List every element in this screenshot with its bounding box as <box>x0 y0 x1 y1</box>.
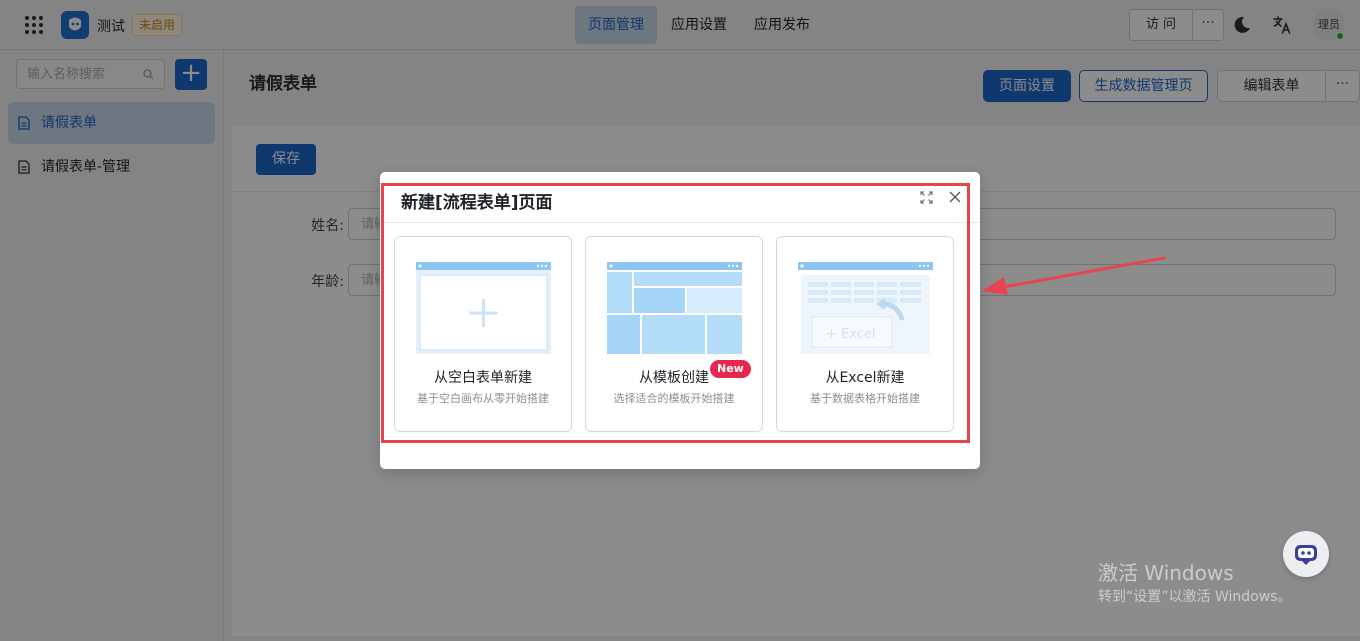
card-description: 基于空白画布从零开始搭建 <box>417 392 549 405</box>
excel-illustration: + Excel <box>798 262 933 354</box>
watermark-subtitle: 转到“设置”以激活 Windows。 <box>1098 589 1292 605</box>
template-illustration <box>607 262 742 354</box>
fullscreen-icon[interactable] <box>920 191 933 204</box>
modal-header: 新建[流程表单]页面 <box>380 172 980 223</box>
robot-icon <box>1295 545 1317 565</box>
create-from-blank-card[interactable]: 从空白表单新建 基于空白画布从零开始搭建 <box>394 236 572 432</box>
close-icon[interactable] <box>949 191 961 203</box>
card-title: 从Excel新建 <box>825 370 905 386</box>
card-description: 选择适合的模板开始搭建 <box>613 392 735 405</box>
create-from-template-card[interactable]: 从模板创建 New 选择适合的模板开始搭建 <box>585 236 763 432</box>
blank-canvas-illustration <box>416 262 551 354</box>
new-badge: New <box>710 360 751 378</box>
modal-title: 新建[流程表单]页面 <box>401 193 553 213</box>
excel-illustration-text: + Excel <box>826 327 875 342</box>
card-description: 基于数据表格开始搭建 <box>810 392 920 405</box>
card-title: 从空白表单新建 <box>434 370 532 386</box>
new-page-modal: 新建[流程表单]页面 从空白表单新建 基于空白画布从零开始搭建 从模板创建 Ne… <box>380 172 980 469</box>
watermark-title: 激活 Windows <box>1098 561 1234 585</box>
windows-activation-watermark: 激活 Windows 转到“设置”以激活 Windows。 <box>1098 560 1291 608</box>
create-from-excel-card[interactable]: + Excel 从Excel新建 基于数据表格开始搭建 <box>776 236 954 432</box>
